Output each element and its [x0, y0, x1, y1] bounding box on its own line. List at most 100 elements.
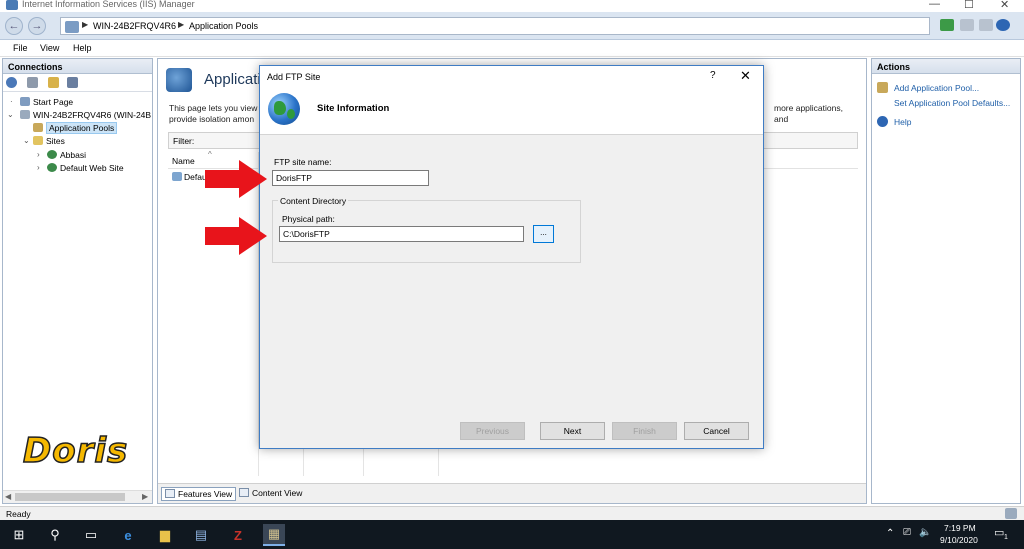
expand-icon[interactable]: ›: [37, 163, 40, 172]
iis-manager-taskbar-icon[interactable]: ▦: [263, 524, 285, 546]
dialog-header: Site Information: [260, 88, 763, 135]
help-link[interactable]: Help: [894, 117, 911, 127]
task-view-icon[interactable]: ▭: [80, 524, 102, 546]
tree-item-sites[interactable]: Sites: [33, 136, 65, 146]
stop-icon[interactable]: [960, 19, 974, 31]
taskbar: ⊞ ⚲ ▭ e ▆ ▤ Z ▦ ⌃ ⎚ 🔈 7:19 PM 9/10/2020 …: [0, 520, 1024, 549]
up-folder-icon[interactable]: [48, 77, 59, 88]
save-icon[interactable]: [27, 77, 38, 88]
address-field[interactable]: ▶ WIN-24B2FRQV4R6 ▶ Application Pools: [60, 17, 930, 35]
finish-button[interactable]: Finish: [612, 422, 677, 440]
server-icon: [20, 110, 30, 119]
dialog-titlebar: Add FTP Site ? ✕: [260, 66, 763, 88]
menu-file[interactable]: File: [13, 43, 28, 53]
expand-icon[interactable]: ›: [37, 150, 40, 159]
app-pools-icon: [33, 123, 43, 132]
scroll-right-icon[interactable]: ▶: [142, 492, 148, 501]
connections-toolbar: [3, 74, 152, 92]
windows-start-icon[interactable]: ⊞: [8, 524, 30, 546]
server-icon: [65, 21, 79, 33]
help-icon[interactable]: [996, 19, 1010, 31]
globe-icon: [47, 150, 57, 159]
internet-explorer-icon[interactable]: e: [117, 524, 139, 546]
start-page-icon: [20, 97, 30, 106]
connections-hscrollbar[interactable]: ◀ ▶: [3, 490, 152, 503]
connect-icon[interactable]: [6, 77, 17, 88]
column-header-name[interactable]: Name: [172, 156, 195, 166]
clock-date[interactable]: 9/10/2020: [940, 535, 978, 545]
physical-path-input[interactable]: [279, 226, 524, 242]
ftp-site-name-label: FTP site name:: [274, 157, 332, 167]
dialog-title: Add FTP Site: [267, 72, 321, 82]
server-manager-icon[interactable]: ▤: [190, 524, 212, 546]
content-directory-label: Content Directory: [278, 196, 349, 206]
globe-icon: [47, 163, 57, 172]
home-icon[interactable]: [979, 19, 993, 31]
connections-pane: Connections · Start Page ⌄ WIN-24B2FRQV4…: [2, 58, 153, 504]
clock-time[interactable]: 7:19 PM: [944, 523, 976, 533]
menu-help[interactable]: Help: [73, 43, 92, 53]
dialog-help-button[interactable]: ?: [710, 70, 716, 81]
connections-header: Connections: [3, 59, 152, 74]
disconnect-icon[interactable]: [67, 77, 78, 88]
filter-label: Filter:: [173, 136, 195, 146]
tree-item-default-web-site[interactable]: Default Web Site: [47, 163, 124, 173]
minimize-button[interactable]: —: [929, 0, 940, 10]
sort-ascending-icon: ^: [208, 150, 212, 159]
actions-header: Actions: [872, 59, 1020, 74]
browse-button[interactable]: ...: [533, 225, 554, 243]
ftp-site-name-input[interactable]: [272, 170, 429, 186]
actions-pane: Actions Add Application Pool... Set Appl…: [871, 58, 1021, 504]
notification-count: 1: [1004, 534, 1008, 541]
features-view-icon: [165, 489, 175, 498]
file-explorer-icon[interactable]: ▆: [154, 524, 176, 546]
red-arrow-icon: [205, 160, 267, 198]
tree-item-application-pools[interactable]: Application Pools: [33, 122, 118, 134]
breadcrumb-separator-icon: ▶: [178, 20, 185, 29]
search-icon[interactable]: ⚲: [44, 524, 66, 546]
previous-button[interactable]: Previous: [460, 422, 525, 440]
maximize-button[interactable]: ☐: [964, 0, 974, 11]
back-button[interactable]: ←: [5, 17, 23, 35]
close-window-button[interactable]: ✕: [1000, 0, 1009, 11]
window-title: Internet Information Services (IIS) Mana…: [22, 0, 195, 9]
refresh-icon[interactable]: [940, 19, 954, 31]
add-application-pool-link[interactable]: Add Application Pool...: [894, 83, 979, 93]
red-arrow-icon: [205, 217, 267, 255]
tray-chevron-icon[interactable]: ⌃: [886, 528, 894, 539]
add-pool-icon: [877, 82, 888, 93]
doris-watermark-logo: Doris: [22, 430, 129, 472]
tree-item-start-page[interactable]: Start Page: [20, 97, 73, 107]
window-titlebar: Internet Information Services (IIS) Mana…: [0, 0, 1024, 12]
address-bar: ← → ▶ WIN-24B2FRQV4R6 ▶ Application Pool…: [0, 12, 1024, 40]
set-pool-defaults-link[interactable]: Set Application Pool Defaults...: [894, 98, 1010, 108]
volume-icon[interactable]: 🔈: [919, 527, 931, 538]
network-icon[interactable]: ⎚: [903, 527, 911, 538]
status-text: Ready: [6, 509, 31, 519]
next-button[interactable]: Next: [540, 422, 605, 440]
scroll-left-icon[interactable]: ◀: [5, 492, 11, 501]
tree-item-server[interactable]: WIN-24B2FRQV4R6 (WIN-24B: [20, 110, 151, 120]
breadcrumb-server[interactable]: WIN-24B2FRQV4R6: [93, 21, 176, 31]
notifications-icon[interactable]: ▭: [994, 526, 1004, 539]
scroll-thumb[interactable]: [15, 493, 125, 501]
menu-view[interactable]: View: [40, 43, 59, 53]
tree-item-site-abbasi[interactable]: Abbasi: [47, 150, 86, 160]
tab-content-view[interactable]: Content View: [236, 487, 305, 499]
folder-icon: [33, 136, 43, 145]
tab-features-view[interactable]: Features View: [161, 487, 237, 501]
content-view-icon: [239, 488, 249, 497]
cancel-button[interactable]: Cancel: [684, 422, 749, 440]
collapse-icon[interactable]: ⌄: [23, 136, 30, 145]
dialog-close-button[interactable]: ✕: [740, 68, 751, 84]
breadcrumb-application-pools[interactable]: Application Pools: [189, 21, 258, 31]
add-ftp-site-dialog: Add FTP Site ? ✕ Site Information FTP si…: [259, 65, 764, 449]
filezilla-icon[interactable]: Z: [227, 524, 249, 546]
breadcrumb-separator-icon: ▶: [82, 20, 89, 29]
status-icon: [1005, 508, 1017, 519]
app-pool-icon: [172, 172, 182, 181]
collapse-icon[interactable]: ⌄: [7, 110, 14, 119]
table-row[interactable]: Defau: [172, 172, 207, 182]
forward-button[interactable]: →: [28, 17, 46, 35]
application-pools-icon: [166, 68, 192, 92]
